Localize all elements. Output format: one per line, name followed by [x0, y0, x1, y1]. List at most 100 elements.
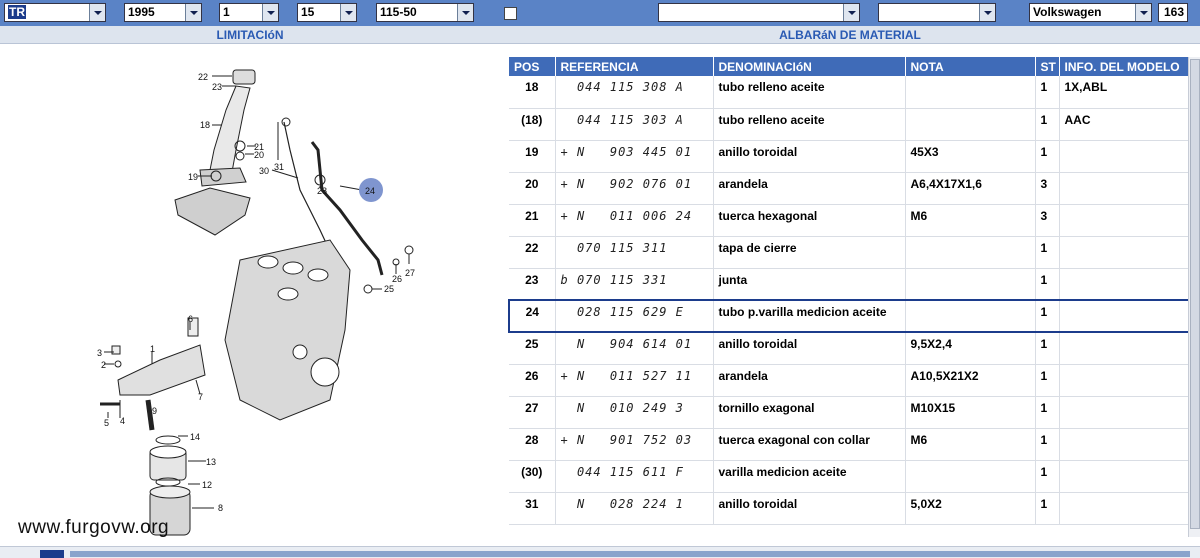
brand-value: Volkswagen: [1033, 5, 1102, 19]
table-cell-pos: 23: [509, 268, 556, 301]
svg-text:7: 7: [198, 392, 203, 402]
model-select[interactable]: [658, 3, 860, 22]
chevron-down-icon[interactable]: [185, 4, 201, 21]
table-cell-referencia: + N 902 076 01: [555, 172, 714, 205]
scrollbar-thumb[interactable]: [1190, 59, 1200, 529]
svg-text:4: 4: [120, 416, 125, 426]
table-row[interactable]: 25 N 904 614 01 anillo toroidal 9,5X2,4 1: [509, 332, 1190, 365]
table-cell-denominacion: tornillo exagonal: [713, 396, 906, 429]
table-row[interactable]: 26 + N 011 527 11 arandela A10,5X21X2 1: [509, 364, 1190, 397]
scrollbar-track[interactable]: [70, 551, 1190, 557]
table-row[interactable]: 21 + N 011 006 24 tuerca hexagonal M6 3: [509, 204, 1190, 237]
table-row[interactable]: 19 + N 903 445 01 anillo toroidal 45X3 1: [509, 140, 1190, 173]
main-group-select[interactable]: 1: [219, 3, 279, 22]
svg-text:19: 19: [188, 172, 198, 182]
page-counter: 163: [1158, 3, 1188, 22]
col-header-referencia[interactable]: REFERENCIA: [555, 57, 714, 76]
table-row[interactable]: 22 070 115 311 tapa de cierre 1: [509, 236, 1190, 269]
table-cell-info: [1059, 332, 1190, 365]
table-cell-info: [1059, 172, 1190, 205]
table-scrollbar[interactable]: [1188, 57, 1200, 537]
table-cell-nota: [905, 76, 1036, 109]
table-cell-pos: (18): [509, 108, 556, 141]
table-cell-referencia: + N 011 006 24: [555, 204, 714, 237]
engine-select[interactable]: [878, 3, 996, 22]
table-row[interactable]: 27 N 010 249 3 tornillo exagonal M10X15 1: [509, 396, 1190, 429]
table-cell-referencia: 028 115 629 E: [555, 299, 714, 333]
svg-text:9: 9: [152, 406, 157, 416]
table-cell-st: 1: [1035, 428, 1060, 461]
year-select[interactable]: 1995: [124, 3, 202, 22]
table-cell-pos: 25: [509, 332, 556, 365]
svg-text:26: 26: [392, 274, 402, 284]
table-cell-pos: 24: [508, 299, 556, 333]
table-cell-referencia: b 070 115 331: [555, 268, 714, 301]
parts-diagram: 22 23 18 21 20 31 30 19 28 24 6 1 3 2 7 …: [97, 69, 415, 536]
table-cell-denominacion: tubo p.varilla medicion aceite: [713, 299, 906, 333]
table-row[interactable]: 24 028 115 629 Etubo p.varilla medicion …: [508, 299, 1190, 333]
table-cell-info: [1059, 299, 1190, 333]
chevron-down-icon[interactable]: [979, 4, 995, 21]
table-cell-st: 1: [1035, 460, 1060, 493]
table-cell-referencia: + N 901 752 03: [555, 428, 714, 461]
table-row[interactable]: 20 + N 902 076 01 arandela A6,4X17X1,6 3: [509, 172, 1190, 205]
chevron-down-icon[interactable]: [340, 4, 356, 21]
language-select[interactable]: TR: [4, 3, 106, 22]
table-cell-denominacion: anillo toroidal: [713, 492, 906, 525]
svg-text:30: 30: [259, 166, 269, 176]
chevron-down-icon[interactable]: [457, 4, 473, 21]
filter-checkbox[interactable]: [504, 7, 517, 20]
chevron-down-icon[interactable]: [89, 4, 105, 21]
left-section-title: LIMITACIóN: [216, 28, 284, 42]
table-cell-st: 1: [1035, 108, 1060, 141]
table-cell-st: 1: [1035, 364, 1060, 397]
svg-text:8: 8: [218, 503, 223, 513]
svg-text:18: 18: [200, 120, 210, 130]
col-header-info-modelo[interactable]: INFO. DEL MODELO: [1059, 57, 1190, 76]
sub-group-select[interactable]: 15: [297, 3, 357, 22]
col-header-st[interactable]: ST: [1035, 57, 1060, 76]
table-cell-st: 1: [1035, 332, 1060, 365]
table-cell-pos: 19: [509, 140, 556, 173]
col-header-pos[interactable]: POS: [509, 57, 556, 76]
table-cell-pos: 31: [509, 492, 556, 525]
table-cell-st: 1: [1035, 299, 1060, 333]
table-cell-nota: [905, 268, 1036, 301]
svg-text:1: 1: [150, 344, 155, 354]
chevron-down-icon[interactable]: [843, 4, 859, 21]
svg-text:14: 14: [190, 432, 200, 442]
table-row[interactable]: (30) 044 115 611 Fvarilla medicion aceit…: [509, 460, 1190, 493]
svg-text:5: 5: [104, 418, 109, 428]
horizontal-scrollbar[interactable]: [0, 546, 1200, 558]
table-row[interactable]: 31 N 028 224 1 anillo toroidal 5,0X2 1: [509, 492, 1190, 525]
table-cell-denominacion: anillo toroidal: [713, 332, 906, 365]
table-cell-pos: 27: [509, 396, 556, 429]
table-cell-nota: [905, 236, 1036, 269]
table-cell-st: 1: [1035, 140, 1060, 173]
table-cell-pos: (30): [509, 460, 556, 493]
table-cell-pos: 21: [509, 204, 556, 237]
table-cell-denominacion: arandela: [713, 364, 906, 397]
table-row[interactable]: 18 044 115 308 Atubo relleno aceite 1 1X,A…: [509, 76, 1190, 109]
table-cell-denominacion: varilla medicion aceite: [713, 460, 906, 493]
brand-select[interactable]: Volkswagen: [1029, 3, 1152, 22]
table-row[interactable]: (18) 044 115 303 Atubo relleno aceite 1 AA…: [509, 108, 1190, 141]
table-row[interactable]: 28 + N 901 752 03 tuerca exagonal con coll…: [509, 428, 1190, 461]
chevron-down-icon[interactable]: [262, 4, 278, 21]
chevron-down-icon[interactable]: [1135, 4, 1151, 21]
table-cell-referencia: N 010 249 3: [555, 396, 714, 429]
table-cell-referencia: 044 115 303 A: [555, 108, 714, 141]
table-row[interactable]: 23 b 070 115 331 junta 1: [509, 268, 1190, 301]
table-cell-nota: [905, 299, 1036, 333]
table-cell-info: 1X,ABL: [1059, 76, 1190, 109]
right-section-title: ALBARáN DE MATERIAL: [779, 28, 921, 42]
table-cell-denominacion: tuerca hexagonal: [713, 204, 906, 237]
illustration-select[interactable]: 115-50: [376, 3, 474, 22]
col-header-nota[interactable]: NOTA: [905, 57, 1036, 76]
svg-text:13: 13: [206, 457, 216, 467]
table-cell-st: 1: [1035, 396, 1060, 429]
table-cell-referencia: 044 115 611 F: [555, 460, 714, 493]
table-cell-referencia: + N 903 445 01: [555, 140, 714, 173]
table-cell-denominacion: tubo relleno aceite: [713, 108, 906, 141]
col-header-denominacion[interactable]: DENOMINACIóN: [713, 57, 906, 76]
